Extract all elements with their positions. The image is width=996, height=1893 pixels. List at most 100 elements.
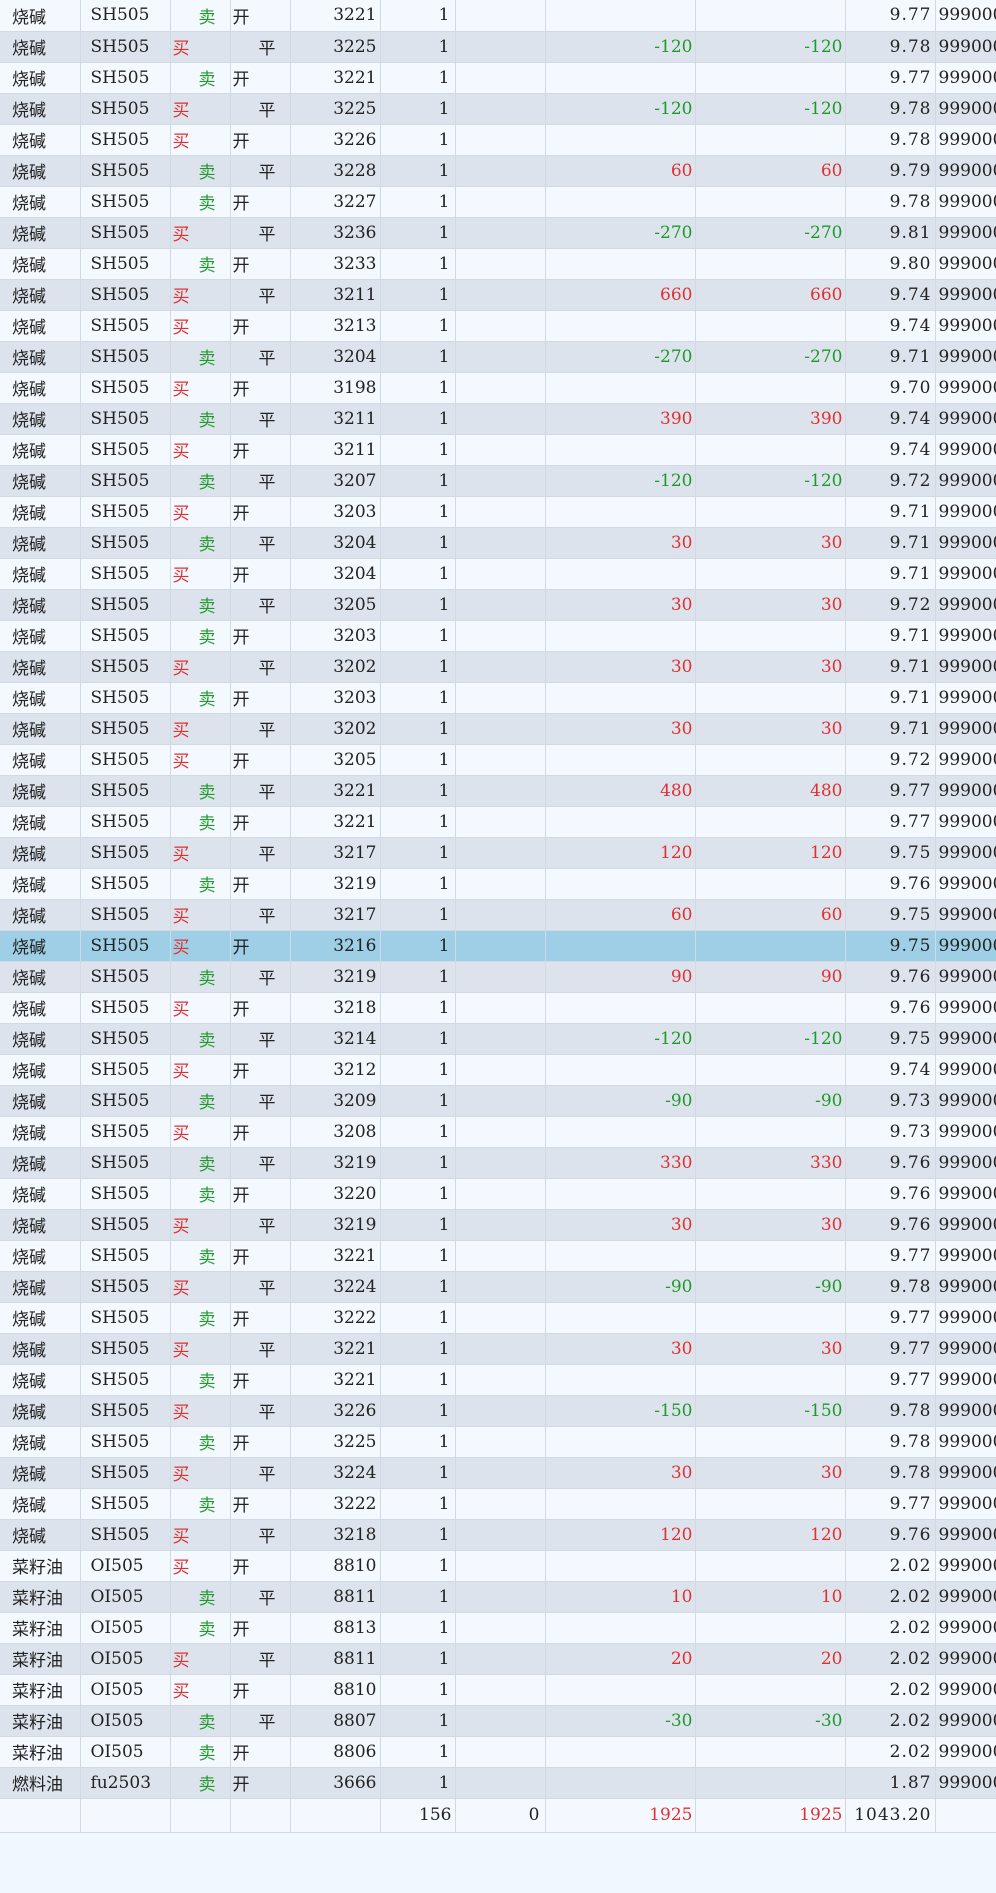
- empty-cell: [455, 651, 546, 683]
- table-row[interactable]: 烧碱SH505卖平3204130309.71999000: [0, 527, 996, 559]
- rate-cell: 9.78: [845, 186, 936, 218]
- pnl-cell: [545, 868, 696, 900]
- table-row[interactable]: 烧碱SH505买开32051 9.72999000: [0, 744, 996, 776]
- empty-cell: [455, 434, 546, 466]
- table-row[interactable]: 烧碱SH505买开32131 9.74999000: [0, 310, 996, 342]
- open-close-cell: 开: [230, 248, 291, 280]
- table-row[interactable]: 烧碱SH505买开32031 9.71999000: [0, 496, 996, 528]
- table-row[interactable]: 烧碱SH505买平32361-270-2709.81999000: [0, 217, 996, 249]
- table-row[interactable]: 烧碱SH505卖开32221 9.77999000: [0, 1302, 996, 1334]
- table-row[interactable]: 烧碱SH505买开32081 9.73999000: [0, 1116, 996, 1148]
- instrument-name-cell: 烧碱: [0, 62, 81, 94]
- table-row[interactable]: 烧碱SH505买平32261-150-1509.78999000: [0, 1395, 996, 1427]
- table-row[interactable]: 烧碱SH505卖开32031 9.71999000: [0, 682, 996, 714]
- instrument-name-cell: 烧碱: [0, 1519, 81, 1551]
- table-row[interactable]: 烧碱SH505卖平322114804809.77999000: [0, 775, 996, 807]
- lot-cell: 1: [380, 1674, 456, 1706]
- pnl-cell: 480: [545, 775, 696, 807]
- table-row[interactable]: 烧碱SH505卖开32221 9.77999000: [0, 1488, 996, 1520]
- table-row[interactable]: 菜籽油OI505卖平88071-30-302.02999000: [0, 1705, 996, 1737]
- pnl-cell: [545, 496, 696, 528]
- table-row[interactable]: 烧碱SH505买开32261 9.78999000: [0, 124, 996, 156]
- table-row[interactable]: 烧碱SH505买平321711201209.75999000: [0, 837, 996, 869]
- instrument-name-cell: 烧碱: [0, 1457, 81, 1489]
- fee-cell: 999000: [935, 1705, 996, 1737]
- table-row[interactable]: 烧碱SH505卖开32331 9.80999000: [0, 248, 996, 280]
- pnl-cell: -120: [545, 465, 696, 497]
- table-row[interactable]: 菜籽油OI505买开88101 2.02999000: [0, 1674, 996, 1706]
- net-pnl-cell: 120: [695, 1519, 846, 1551]
- empty-cell: [455, 372, 546, 404]
- table-row[interactable]: 烧碱SH505卖开32031 9.71999000: [0, 620, 996, 652]
- table-row[interactable]: 烧碱SH505买开32041 9.71999000: [0, 558, 996, 590]
- lot-cell: 1: [380, 1581, 456, 1613]
- table-row[interactable]: 菜籽油OI505卖开88131 2.02999000: [0, 1612, 996, 1644]
- table-row[interactable]: 烧碱SH505卖开32211 9.77999000: [0, 1240, 996, 1272]
- table-row[interactable]: 烧碱SH505买平3217160609.75999000: [0, 899, 996, 931]
- fee-cell: 999000: [935, 186, 996, 218]
- open-close-cell: 开: [230, 992, 291, 1024]
- table-row[interactable]: 烧碱SH505买平3219130309.76999000: [0, 1209, 996, 1241]
- table-row[interactable]: 烧碱SH505买开31981 9.70999000: [0, 372, 996, 404]
- empty-cell: [455, 1147, 546, 1179]
- table-row[interactable]: 烧碱SH505买平32251-120-1209.78999000: [0, 31, 996, 63]
- table-row[interactable]: 烧碱SH505买开32111 9.74999000: [0, 434, 996, 466]
- table-row[interactable]: 烧碱SH505卖开32211 9.77999000: [0, 62, 996, 94]
- table-row-selected[interactable]: 烧碱SH505买开32161 9.75999000: [0, 930, 996, 962]
- empty-cell: [455, 0, 546, 32]
- fee-cell: 999000: [935, 1333, 996, 1365]
- lot-cell: 1: [380, 1612, 456, 1644]
- table-row[interactable]: 菜籽油OI505卖开88061 2.02999000: [0, 1736, 996, 1768]
- table-row[interactable]: 烧碱SH505卖平3228160609.79999000: [0, 155, 996, 187]
- lot-cell: 1: [380, 124, 456, 156]
- instrument-name-cell: 烧碱: [0, 1333, 81, 1365]
- table-row[interactable]: 烧碱SH505买平3202130309.71999000: [0, 713, 996, 745]
- table-row[interactable]: 烧碱SH505买平3224130309.78999000: [0, 1457, 996, 1489]
- lot-cell: 1: [380, 527, 456, 559]
- rate-cell: 9.76: [845, 961, 936, 993]
- table-row[interactable]: 烧碱SH505买平32251-120-1209.78999000: [0, 93, 996, 125]
- table-row[interactable]: 烧碱SH505买平321116606609.74999000: [0, 279, 996, 311]
- table-row[interactable]: 烧碱SH505卖开32211 9.77999000: [0, 806, 996, 838]
- table-row[interactable]: 烧碱SH505卖开32191 9.76999000: [0, 868, 996, 900]
- table-row[interactable]: 菜籽油OI505卖平8811110102.02999000: [0, 1581, 996, 1613]
- instrument-name-cell: 烧碱: [0, 1240, 81, 1272]
- contract-code-cell: SH505: [80, 434, 171, 466]
- table-row[interactable]: 烧碱SH505卖平32091-90-909.73999000: [0, 1085, 996, 1117]
- table-row[interactable]: 烧碱SH505买平3221130309.77999000: [0, 1333, 996, 1365]
- table-row[interactable]: 烧碱SH505卖平321113903909.74999000: [0, 403, 996, 435]
- table-row[interactable]: 烧碱SH505卖开32251 9.78999000: [0, 1426, 996, 1458]
- side-cell: 买: [170, 1519, 231, 1551]
- lot-cell: 1: [380, 155, 456, 187]
- empty-cell: [455, 1581, 546, 1613]
- empty-cell: [455, 744, 546, 776]
- net-pnl-cell: 390: [695, 403, 846, 435]
- table-row[interactable]: 烧碱SH505卖平32071-120-1209.72999000: [0, 465, 996, 497]
- table-row[interactable]: 菜籽油OI505买平8811120202.02999000: [0, 1643, 996, 1675]
- table-row[interactable]: 燃料油fu2503卖开36661 1.87999000: [0, 1767, 996, 1799]
- totals-row: 156 0 1925 1925 1043.20: [0, 1798, 996, 1833]
- contract-code-cell: SH505: [80, 372, 171, 404]
- rate-cell: 9.74: [845, 310, 936, 342]
- instrument-name-cell: 烧碱: [0, 744, 81, 776]
- table-row[interactable]: 烧碱SH505卖平32041-270-2709.71999000: [0, 341, 996, 373]
- table-row[interactable]: 烧碱SH505买平3202130309.71999000: [0, 651, 996, 683]
- lot-cell: 1: [380, 1023, 456, 1055]
- table-row[interactable]: 烧碱SH505卖开32201 9.76999000: [0, 1178, 996, 1210]
- price-cell: 3219: [290, 1147, 381, 1179]
- price-cell: 3216: [290, 930, 381, 962]
- table-row[interactable]: 菜籽油OI505买开88101 2.02999000: [0, 1550, 996, 1582]
- table-row[interactable]: 烧碱SH505卖平3219190909.76999000: [0, 961, 996, 993]
- table-row[interactable]: 烧碱SH505卖开32211 9.77999000: [0, 0, 996, 32]
- table-row[interactable]: 烧碱SH505卖开32271 9.78999000: [0, 186, 996, 218]
- table-row[interactable]: 烧碱SH505卖平321913303309.76999000: [0, 1147, 996, 1179]
- net-pnl-cell: 60: [695, 155, 846, 187]
- table-row[interactable]: 烧碱SH505买开32121 9.74999000: [0, 1054, 996, 1086]
- table-row[interactable]: 烧碱SH505买开32181 9.76999000: [0, 992, 996, 1024]
- table-row[interactable]: 烧碱SH505买平32241-90-909.78999000: [0, 1271, 996, 1303]
- table-row[interactable]: 烧碱SH505卖平32141-120-1209.75999000: [0, 1023, 996, 1055]
- table-row[interactable]: 烧碱SH505卖平3205130309.72999000: [0, 589, 996, 621]
- table-row[interactable]: 烧碱SH505卖开32211 9.77999000: [0, 1364, 996, 1396]
- contract-code-cell: SH505: [80, 899, 171, 931]
- table-row[interactable]: 烧碱SH505买平321811201209.76999000: [0, 1519, 996, 1551]
